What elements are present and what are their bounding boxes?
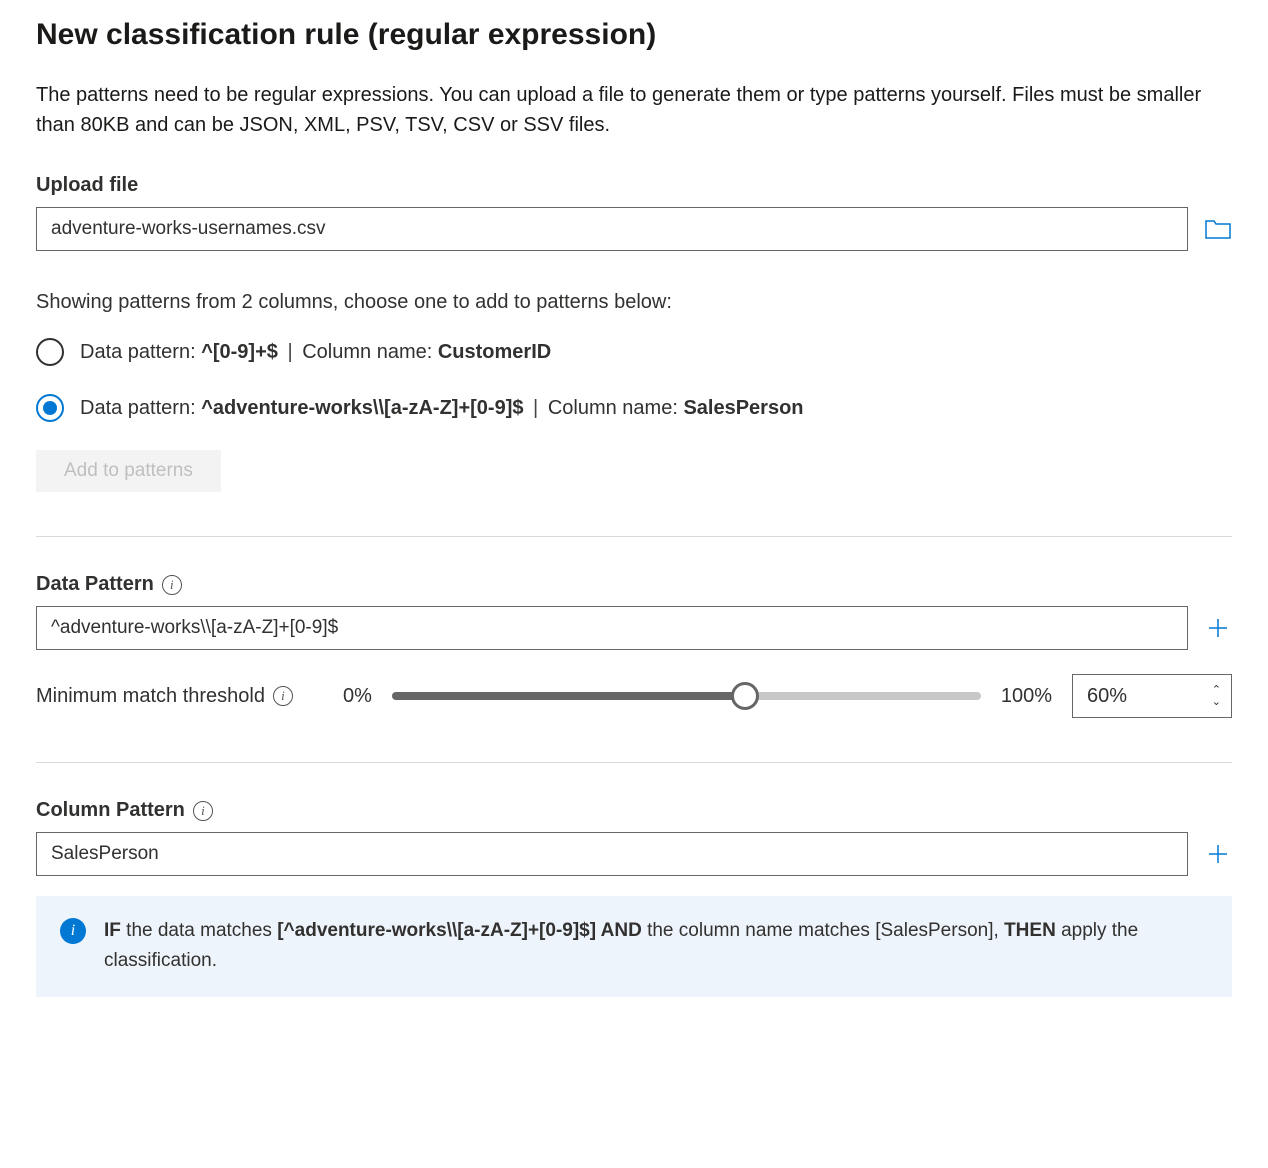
rule-summary-info: i IF the data matches [^adventure-works\… <box>36 896 1232 997</box>
data-pattern-input[interactable] <box>36 606 1188 650</box>
threshold-value-stepper[interactable]: 60% ⌃ ⌄ <box>1072 674 1232 718</box>
pattern-option-salesperson[interactable]: Data pattern: ^adventure-works\\[a-zA-Z]… <box>36 394 1232 422</box>
pattern-option-label: Data pattern: ^[0-9]+$ | Column name: Cu… <box>80 339 551 365</box>
threshold-value: 60% <box>1087 685 1127 708</box>
pattern-option-customerid[interactable]: Data pattern: ^[0-9]+$ | Column name: Cu… <box>36 338 1232 366</box>
page-title: New classification rule (regular express… <box>36 18 1232 52</box>
add-to-patterns-button[interactable]: Add to patterns <box>36 450 221 492</box>
threshold-max-label: 100% <box>1001 685 1052 708</box>
upload-file-input[interactable] <box>36 207 1188 251</box>
radio-icon[interactable] <box>36 394 64 422</box>
threshold-slider[interactable] <box>392 692 981 700</box>
info-icon[interactable]: i <box>162 575 182 595</box>
info-icon[interactable]: i <box>193 801 213 821</box>
column-pattern-label: Column Pattern i <box>36 799 1232 822</box>
data-pattern-label: Data Pattern i <box>36 573 1232 596</box>
section-divider <box>36 536 1232 537</box>
info-icon[interactable]: i <box>273 686 293 706</box>
upload-file-label: Upload file <box>36 174 1232 197</box>
threshold-label: Minimum match threshold i <box>36 685 293 708</box>
stepper-down-icon[interactable]: ⌄ <box>1212 696 1221 708</box>
slider-thumb[interactable] <box>731 682 759 710</box>
column-pattern-input[interactable] <box>36 832 1188 876</box>
stepper-up-icon[interactable]: ⌃ <box>1212 684 1221 696</box>
info-icon: i <box>60 918 86 944</box>
section-divider <box>36 762 1232 763</box>
threshold-min-label: 0% <box>343 685 372 708</box>
description-text: The patterns need to be regular expressi… <box>36 80 1232 140</box>
add-column-pattern-icon[interactable] <box>1204 840 1232 868</box>
rule-summary-text: IF the data matches [^adventure-works\\[… <box>104 916 1208 977</box>
add-data-pattern-icon[interactable] <box>1204 614 1232 642</box>
pattern-option-label: Data pattern: ^adventure-works\\[a-zA-Z]… <box>80 395 804 421</box>
radio-icon[interactable] <box>36 338 64 366</box>
browse-folder-icon[interactable] <box>1204 215 1232 243</box>
patterns-subheading: Showing patterns from 2 columns, choose … <box>36 291 1232 314</box>
